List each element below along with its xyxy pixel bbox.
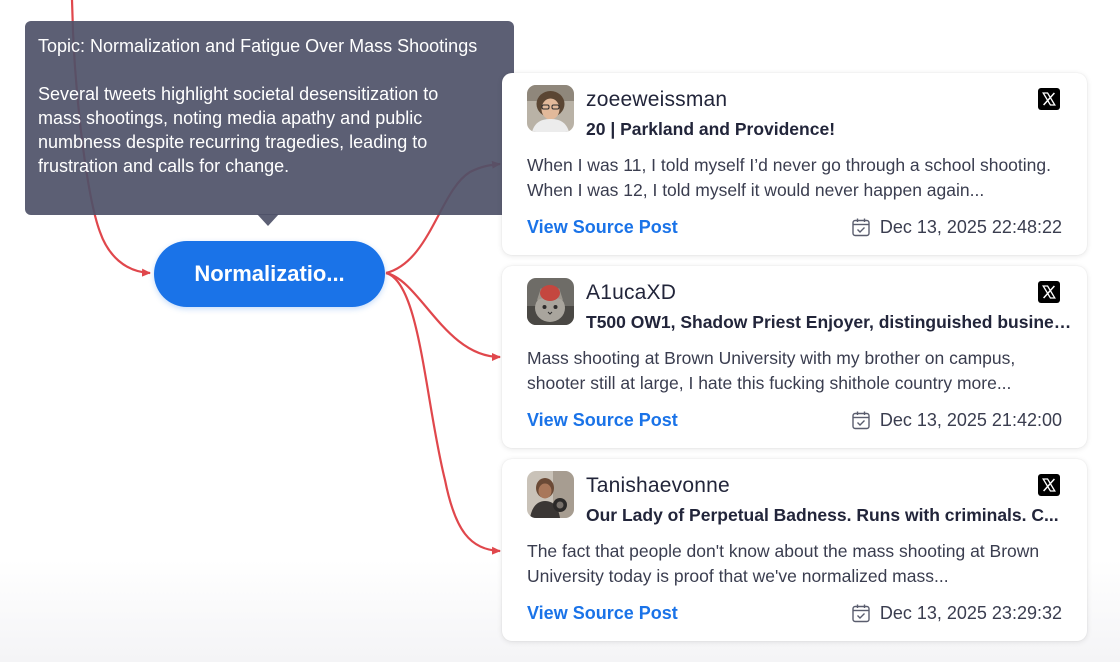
tooltip-arrow: [257, 214, 279, 226]
view-source-post-link[interactable]: View Source Post: [527, 408, 678, 432]
post-text: When I was 11, I told myself I’d never g…: [527, 155, 1051, 200]
calendar-icon: [852, 604, 870, 623]
x-logo-icon[interactable]: [1038, 88, 1060, 110]
post-user-bio: T500 OW1, Shadow Priest Enjoyer, disting…: [586, 312, 1072, 332]
post-text: Mass shooting at Brown University with m…: [527, 348, 1016, 393]
post-date-text: Dec 13, 2025 21:42:00: [879, 410, 1062, 430]
x-logo-icon[interactable]: [1038, 474, 1060, 496]
post-card: A1ucaXD T500 OW1, Shadow Priest Enjoyer,…: [502, 266, 1087, 448]
post-user-bio: 20 | Parkland and Providence!: [586, 119, 836, 139]
avatar: [527, 471, 574, 518]
avatar: [527, 85, 574, 132]
tooltip-title: Topic: Normalization and Fatigue Over Ma…: [38, 36, 478, 56]
post-user-bio: Our Lady of Perpetual Badness. Runs with…: [586, 505, 1059, 525]
post-card: zoeeweissman 20 | Parkland and Providenc…: [502, 73, 1087, 255]
post-username: zoeeweissman: [586, 88, 728, 111]
post-date-text: Dec 13, 2025 23:29:32: [879, 603, 1062, 623]
post-username: Tanishaevonne: [586, 474, 730, 497]
post-username: A1ucaXD: [586, 281, 677, 304]
calendar-icon: [852, 218, 870, 237]
edge-node-to-post-3: [385, 271, 501, 555]
post-date-text: Dec 13, 2025 22:48:22: [879, 217, 1062, 237]
mindmap-canvas[interactable]: Topic: Normalization and Fatigue Over Ma…: [0, 0, 1120, 662]
post-date: Dec 13, 2025 22:48:22: [851, 215, 1062, 239]
view-source-post-link[interactable]: View Source Post: [527, 215, 678, 239]
post-date: Dec 13, 2025 21:42:00: [851, 408, 1062, 432]
tooltip-description: Several tweets highlight societal desens…: [38, 84, 439, 176]
x-logo-icon[interactable]: [1038, 281, 1060, 303]
post-card: Tanishaevonne Our Lady of Perpetual Badn…: [502, 459, 1087, 641]
post-text: The fact that people don't know about th…: [527, 541, 1040, 586]
calendar-icon: [852, 411, 870, 430]
view-source-post-link[interactable]: View Source Post: [527, 601, 678, 625]
topic-node[interactable]: Normalizatio...: [154, 241, 385, 307]
avatar: [527, 278, 574, 325]
topic-tooltip: Topic: Normalization and Fatigue Over Ma…: [25, 21, 514, 215]
edge-node-to-post-2: [385, 271, 501, 361]
post-date: Dec 13, 2025 23:29:32: [851, 601, 1062, 625]
